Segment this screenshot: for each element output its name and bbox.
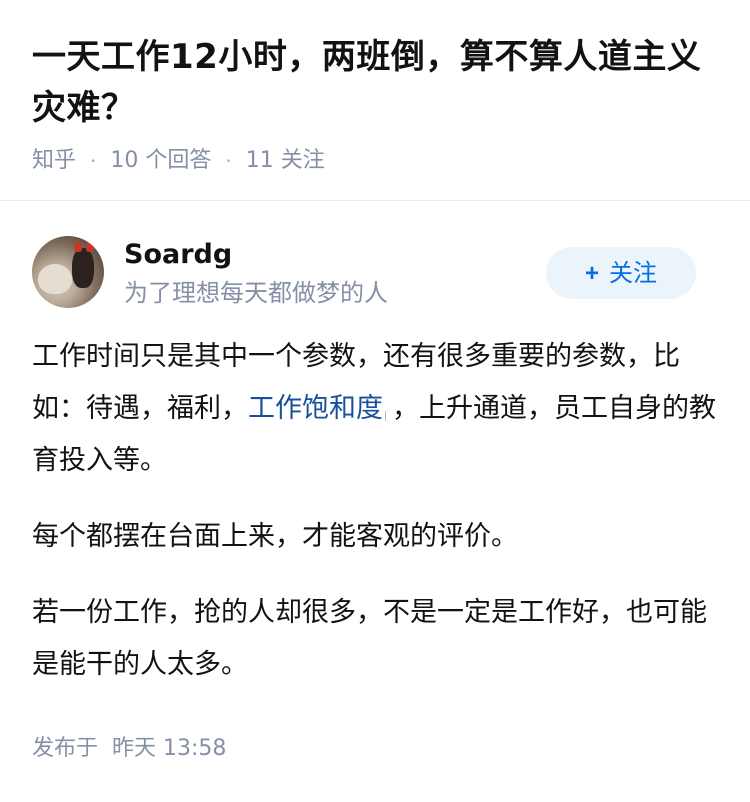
answer-card: Soardg 为了理想每天都做梦的人 + 关注 工作时间只是其中一个参数，还有很多… — [0, 201, 750, 715]
answer-paragraph: 工作时间只是其中一个参数，还有很多重要的参数，比如：待遇，福利，工作饱和度 ，上升… — [32, 331, 718, 487]
answer-paragraph: 每个都摆在台面上来，才能客观的评价。 — [32, 521, 518, 552]
source-label[interactable]: 知乎 — [32, 146, 76, 176]
link-marker — [385, 411, 392, 421]
publish-label: 发布于 — [32, 736, 99, 761]
meta-separator: · — [90, 149, 97, 173]
author-bio: 为了理想每天都做梦的人 — [124, 279, 388, 307]
answer-content: 工作时间只是其中一个参数，还有很多重要的参数，比如：待遇，福利，工作饱和度 ，上升… — [32, 331, 718, 691]
meta-separator: · — [225, 149, 232, 173]
question-meta: 知乎 · 10 个回答 · 11 关注 — [32, 146, 718, 176]
avatar-decoration — [86, 242, 94, 252]
question-header: 一天工作12小时，两班倒，算不算人道主义灾难？ 知乎 · 10 个回答 · 11… — [0, 0, 750, 176]
avatar-cat-shape — [72, 248, 94, 288]
answer-paragraph: 若一份工作，抢的人却很多，不是一定是工作好，也可能是能干的人太多。 — [32, 597, 707, 680]
avatar-decoration — [74, 242, 82, 252]
plus-icon: + — [584, 260, 599, 287]
publish-info: 发布于 昨天 13:58 — [32, 734, 226, 764]
follow-button[interactable]: + 关注 — [546, 247, 696, 299]
publish-time: 昨天 13:58 — [112, 736, 227, 761]
follower-count: 11 关注 — [245, 148, 325, 173]
keyword-link[interactable]: 工作饱和度 — [248, 393, 392, 424]
answer-count[interactable]: 10 个回答 — [110, 146, 211, 176]
zhihu-answer-page: 一天工作12小时，两班倒，算不算人道主义灾难？ 知乎 · 10 个回答 · 11… — [0, 0, 750, 802]
author-name[interactable]: Soardg — [124, 237, 232, 273]
keyword-link-text: 工作饱和度 — [248, 393, 383, 424]
avatar[interactable] — [32, 236, 104, 308]
follow-label: 关注 — [609, 260, 657, 287]
avatar-cat-shape — [38, 264, 72, 294]
author-info: Soardg 为了理想每天都做梦的人 + 关注 — [32, 201, 718, 331]
question-title[interactable]: 一天工作12小时，两班倒，算不算人道主义灾难？ — [32, 32, 718, 134]
